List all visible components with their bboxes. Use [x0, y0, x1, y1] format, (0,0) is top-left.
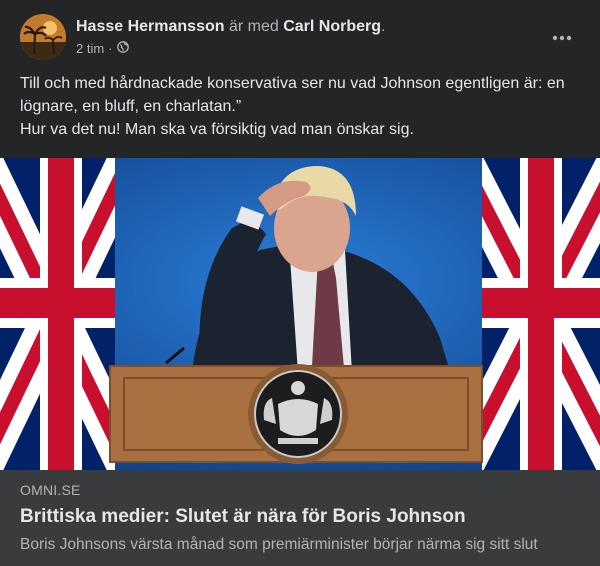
- link-domain: OMNI.SE: [20, 482, 81, 498]
- post-header: Hasse Hermansson är med Carl Norberg. 2 …: [20, 14, 584, 62]
- post-text-line-2: Hur va det nu! Man ska va försiktig vad …: [20, 121, 414, 138]
- with-text: är med: [224, 18, 284, 35]
- post-timestamp[interactable]: 2 tim: [76, 41, 104, 57]
- post-text: Till och med hårdnackade konservativa se…: [20, 72, 580, 141]
- globe-icon[interactable]: [116, 41, 129, 57]
- link-preview-image[interactable]: [0, 158, 600, 470]
- meta-separator: ·: [108, 41, 113, 56]
- tagged-name[interactable]: Carl Norberg: [283, 18, 381, 35]
- author-avatar[interactable]: [20, 14, 66, 60]
- post-text-line-1: Till och med hårdnackade konservativa se…: [20, 75, 565, 115]
- post-meta: 2 tim ·: [76, 41, 129, 57]
- more-options-button[interactable]: [544, 20, 580, 56]
- link-title[interactable]: Brittiska medier: Slutet är nära för Bor…: [20, 506, 466, 528]
- author-line: Hasse Hermansson är med Carl Norberg.: [76, 17, 385, 37]
- more-options-icon: [552, 35, 572, 41]
- link-description: Boris Johnsons värsta månad som premiärm…: [20, 536, 538, 553]
- tagged-suffix: .: [381, 18, 386, 35]
- author-name[interactable]: Hasse Hermansson: [76, 18, 225, 35]
- link-preview[interactable]: OMNI.SE Brittiska medier: Slutet är nära…: [0, 470, 600, 566]
- post-card: Hasse Hermansson är med Carl Norberg. 2 …: [0, 0, 600, 566]
